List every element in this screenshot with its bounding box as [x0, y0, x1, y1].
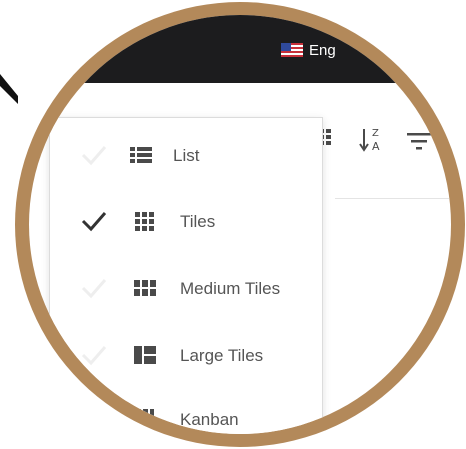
view-options-menu: List Tiles Medium Tiles Large Tiles Kanb…: [49, 117, 323, 434]
menu-item-large-tiles[interactable]: Large Tiles: [50, 335, 322, 375]
large-tiles-view-icon: [134, 346, 156, 364]
menu-item-list[interactable]: List: [50, 135, 322, 175]
magnifier-lens: Eng Z A List Tiles Medium Tiles Large Ti…: [15, 2, 465, 447]
filter-icon[interactable]: [407, 131, 431, 151]
menu-item-label: List: [173, 146, 200, 165]
menu-item-tiles[interactable]: Tiles: [50, 201, 322, 241]
zoomed-view: Eng Z A List Tiles Medium Tiles Large Ti…: [29, 15, 451, 434]
medium-tiles-view-icon: [134, 280, 156, 296]
menu-item-label: Tiles: [180, 212, 216, 231]
kanban-view-icon: [136, 409, 154, 423]
menu-item-kanban[interactable]: Kanban: [50, 401, 322, 434]
tiles-view-icon: [135, 212, 154, 231]
menu-item-medium-tiles[interactable]: Medium Tiles: [50, 268, 322, 308]
sort-letter-bottom: A: [372, 140, 380, 153]
sort-letter-top: Z: [372, 128, 379, 139]
cursor-pointer-icon: [0, 74, 18, 104]
top-navigation-bar: Eng: [29, 15, 451, 83]
menu-item-label: Large Tiles: [180, 346, 264, 365]
checkmark-icon: [81, 412, 107, 432]
checkmark-icon: [81, 146, 107, 166]
us-flag-icon: [281, 43, 303, 57]
checkmark-icon: [81, 279, 107, 299]
toolbar-divider: [335, 198, 451, 199]
list-view-icon: [130, 147, 152, 163]
sort-alpha-icon[interactable]: Z A: [359, 125, 385, 153]
language-selector[interactable]: Eng: [281, 41, 336, 59]
checkmark-icon: [81, 212, 107, 232]
menu-item-label: Kanban: [180, 410, 239, 429]
language-label: Eng: [309, 41, 336, 59]
checkmark-icon: [81, 346, 107, 366]
menu-item-label: Medium Tiles: [180, 279, 281, 298]
